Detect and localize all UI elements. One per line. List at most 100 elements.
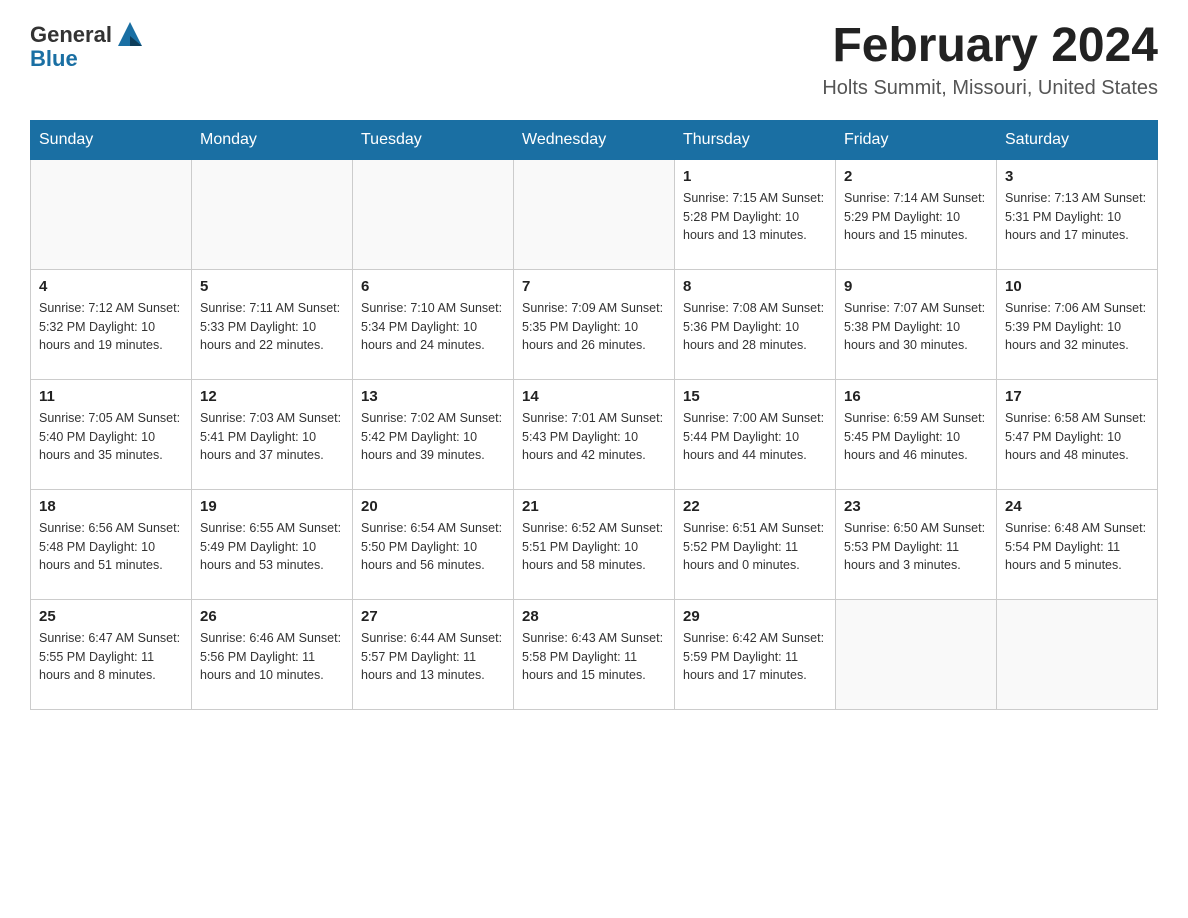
day-info: Sunrise: 6:46 AM Sunset: 5:56 PM Dayligh…	[200, 629, 344, 685]
day-number: 22	[683, 498, 827, 515]
table-row: 17 Sunrise: 6:58 AM Sunset: 5:47 PM Dayli…	[997, 379, 1158, 489]
day-info: Sunrise: 7:01 AM Sunset: 5:43 PM Dayligh…	[522, 409, 666, 465]
table-row: 2 Sunrise: 7:14 AM Sunset: 5:29 PM Daylig…	[836, 159, 997, 269]
day-number: 20	[361, 498, 505, 515]
logo-text-general: General	[30, 22, 112, 48]
table-row: 11 Sunrise: 7:05 AM Sunset: 5:40 PM Dayli…	[31, 379, 192, 489]
table-row	[836, 599, 997, 709]
table-row: 21 Sunrise: 6:52 AM Sunset: 5:51 PM Dayli…	[514, 489, 675, 599]
day-info: Sunrise: 6:55 AM Sunset: 5:49 PM Dayligh…	[200, 519, 344, 575]
col-monday: Monday	[192, 120, 353, 159]
day-number: 14	[522, 388, 666, 405]
day-info: Sunrise: 6:51 AM Sunset: 5:52 PM Dayligh…	[683, 519, 827, 575]
table-row: 19Sunrise: 6:55 AM Sunset: 5:49 PM Dayli…	[192, 489, 353, 599]
table-row: 23 Sunrise: 6:50 AM Sunset: 5:53 PM Dayli…	[836, 489, 997, 599]
table-row: 7 Sunrise: 7:09 AM Sunset: 5:35 PM Daylig…	[514, 269, 675, 379]
day-info: Sunrise: 7:08 AM Sunset: 5:36 PM Dayligh…	[683, 299, 827, 355]
day-info: Sunrise: 6:50 AM Sunset: 5:53 PM Dayligh…	[844, 519, 988, 575]
day-number: 2	[844, 168, 988, 185]
day-info: Sunrise: 7:00 AM Sunset: 5:44 PM Dayligh…	[683, 409, 827, 465]
day-info: Sunrise: 7:02 AM Sunset: 5:42 PM Dayligh…	[361, 409, 505, 465]
location-subtitle: Holts Summit, Missouri, United States	[822, 77, 1158, 100]
day-info: Sunrise: 7:10 AM Sunset: 5:34 PM Dayligh…	[361, 299, 505, 355]
logo-icon	[114, 18, 146, 50]
day-info: Sunrise: 6:52 AM Sunset: 5:51 PM Dayligh…	[522, 519, 666, 575]
day-info: Sunrise: 6:48 AM Sunset: 5:54 PM Dayligh…	[1005, 519, 1149, 575]
day-number: 12	[200, 388, 344, 405]
day-number: 7	[522, 278, 666, 295]
calendar-header-row: Sunday Monday Tuesday Wednesday Thursday…	[31, 120, 1158, 159]
day-info: Sunrise: 7:05 AM Sunset: 5:40 PM Dayligh…	[39, 409, 183, 465]
day-number: 5	[200, 278, 344, 295]
table-row: 28 Sunrise: 6:43 AM Sunset: 5:58 PM Dayli…	[514, 599, 675, 709]
calendar-week-row: 1 Sunrise: 7:15 AM Sunset: 5:28 PM Daylig…	[31, 159, 1158, 269]
day-info: Sunrise: 6:59 AM Sunset: 5:45 PM Dayligh…	[844, 409, 988, 465]
day-info: Sunrise: 7:09 AM Sunset: 5:35 PM Dayligh…	[522, 299, 666, 355]
day-info: Sunrise: 6:44 AM Sunset: 5:57 PM Dayligh…	[361, 629, 505, 685]
table-row: 9Sunrise: 7:07 AM Sunset: 5:38 PM Daylig…	[836, 269, 997, 379]
day-info: Sunrise: 7:03 AM Sunset: 5:41 PM Dayligh…	[200, 409, 344, 465]
day-info: Sunrise: 7:07 AM Sunset: 5:38 PM Dayligh…	[844, 299, 988, 355]
calendar-week-row: 4 Sunrise: 7:12 AM Sunset: 5:32 PM Daylig…	[31, 269, 1158, 379]
table-row: 1 Sunrise: 7:15 AM Sunset: 5:28 PM Daylig…	[675, 159, 836, 269]
table-row: 10 Sunrise: 7:06 AM Sunset: 5:39 PM Dayli…	[997, 269, 1158, 379]
day-number: 23	[844, 498, 988, 515]
day-number: 10	[1005, 278, 1149, 295]
col-friday: Friday	[836, 120, 997, 159]
logo: General Blue	[30, 20, 146, 72]
table-row	[31, 159, 192, 269]
table-row: 18 Sunrise: 6:56 AM Sunset: 5:48 PM Dayli…	[31, 489, 192, 599]
day-info: Sunrise: 6:43 AM Sunset: 5:58 PM Dayligh…	[522, 629, 666, 685]
day-info: Sunrise: 7:15 AM Sunset: 5:28 PM Dayligh…	[683, 189, 827, 245]
table-row: 22 Sunrise: 6:51 AM Sunset: 5:52 PM Dayli…	[675, 489, 836, 599]
day-number: 28	[522, 608, 666, 625]
title-block: February 2024 Holts Summit, Missouri, Un…	[822, 20, 1158, 100]
day-info: Sunrise: 6:58 AM Sunset: 5:47 PM Dayligh…	[1005, 409, 1149, 465]
day-info: Sunrise: 7:13 AM Sunset: 5:31 PM Dayligh…	[1005, 189, 1149, 245]
day-number: 13	[361, 388, 505, 405]
table-row: 15 Sunrise: 7:00 AM Sunset: 5:44 PM Dayli…	[675, 379, 836, 489]
day-info: Sunrise: 6:42 AM Sunset: 5:59 PM Dayligh…	[683, 629, 827, 685]
day-info: Sunrise: 7:12 AM Sunset: 5:32 PM Dayligh…	[39, 299, 183, 355]
day-info: Sunrise: 7:14 AM Sunset: 5:29 PM Dayligh…	[844, 189, 988, 245]
day-number: 21	[522, 498, 666, 515]
table-row: 5 Sunrise: 7:11 AM Sunset: 5:33 PM Daylig…	[192, 269, 353, 379]
month-title: February 2024	[822, 20, 1158, 73]
table-row: 14 Sunrise: 7:01 AM Sunset: 5:43 PM Dayli…	[514, 379, 675, 489]
table-row: 24Sunrise: 6:48 AM Sunset: 5:54 PM Dayli…	[997, 489, 1158, 599]
day-number: 26	[200, 608, 344, 625]
day-number: 17	[1005, 388, 1149, 405]
calendar-week-row: 11 Sunrise: 7:05 AM Sunset: 5:40 PM Dayli…	[31, 379, 1158, 489]
calendar-week-row: 25Sunrise: 6:47 AM Sunset: 5:55 PM Dayli…	[31, 599, 1158, 709]
table-row: 25Sunrise: 6:47 AM Sunset: 5:55 PM Dayli…	[31, 599, 192, 709]
col-thursday: Thursday	[675, 120, 836, 159]
table-row	[192, 159, 353, 269]
table-row: 4 Sunrise: 7:12 AM Sunset: 5:32 PM Daylig…	[31, 269, 192, 379]
page-header: General Blue February 2024 Holts Summit,…	[30, 20, 1158, 100]
day-info: Sunrise: 6:56 AM Sunset: 5:48 PM Dayligh…	[39, 519, 183, 575]
calendar-week-row: 18 Sunrise: 6:56 AM Sunset: 5:48 PM Dayli…	[31, 489, 1158, 599]
table-row	[514, 159, 675, 269]
day-number: 15	[683, 388, 827, 405]
table-row: 20 Sunrise: 6:54 AM Sunset: 5:50 PM Dayli…	[353, 489, 514, 599]
day-info: Sunrise: 7:06 AM Sunset: 5:39 PM Dayligh…	[1005, 299, 1149, 355]
table-row: 13 Sunrise: 7:02 AM Sunset: 5:42 PM Dayli…	[353, 379, 514, 489]
table-row: 16 Sunrise: 6:59 AM Sunset: 5:45 PM Dayli…	[836, 379, 997, 489]
day-info: Sunrise: 7:11 AM Sunset: 5:33 PM Dayligh…	[200, 299, 344, 355]
day-number: 16	[844, 388, 988, 405]
col-sunday: Sunday	[31, 120, 192, 159]
day-number: 27	[361, 608, 505, 625]
day-number: 25	[39, 608, 183, 625]
day-number: 11	[39, 388, 183, 405]
day-number: 4	[39, 278, 183, 295]
col-tuesday: Tuesday	[353, 120, 514, 159]
day-number: 6	[361, 278, 505, 295]
col-saturday: Saturday	[997, 120, 1158, 159]
day-number: 18	[39, 498, 183, 515]
table-row: 6 Sunrise: 7:10 AM Sunset: 5:34 PM Daylig…	[353, 269, 514, 379]
day-number: 1	[683, 168, 827, 185]
table-row: 26 Sunrise: 6:46 AM Sunset: 5:56 PM Dayli…	[192, 599, 353, 709]
col-wednesday: Wednesday	[514, 120, 675, 159]
day-info: Sunrise: 6:54 AM Sunset: 5:50 PM Dayligh…	[361, 519, 505, 575]
table-row	[997, 599, 1158, 709]
